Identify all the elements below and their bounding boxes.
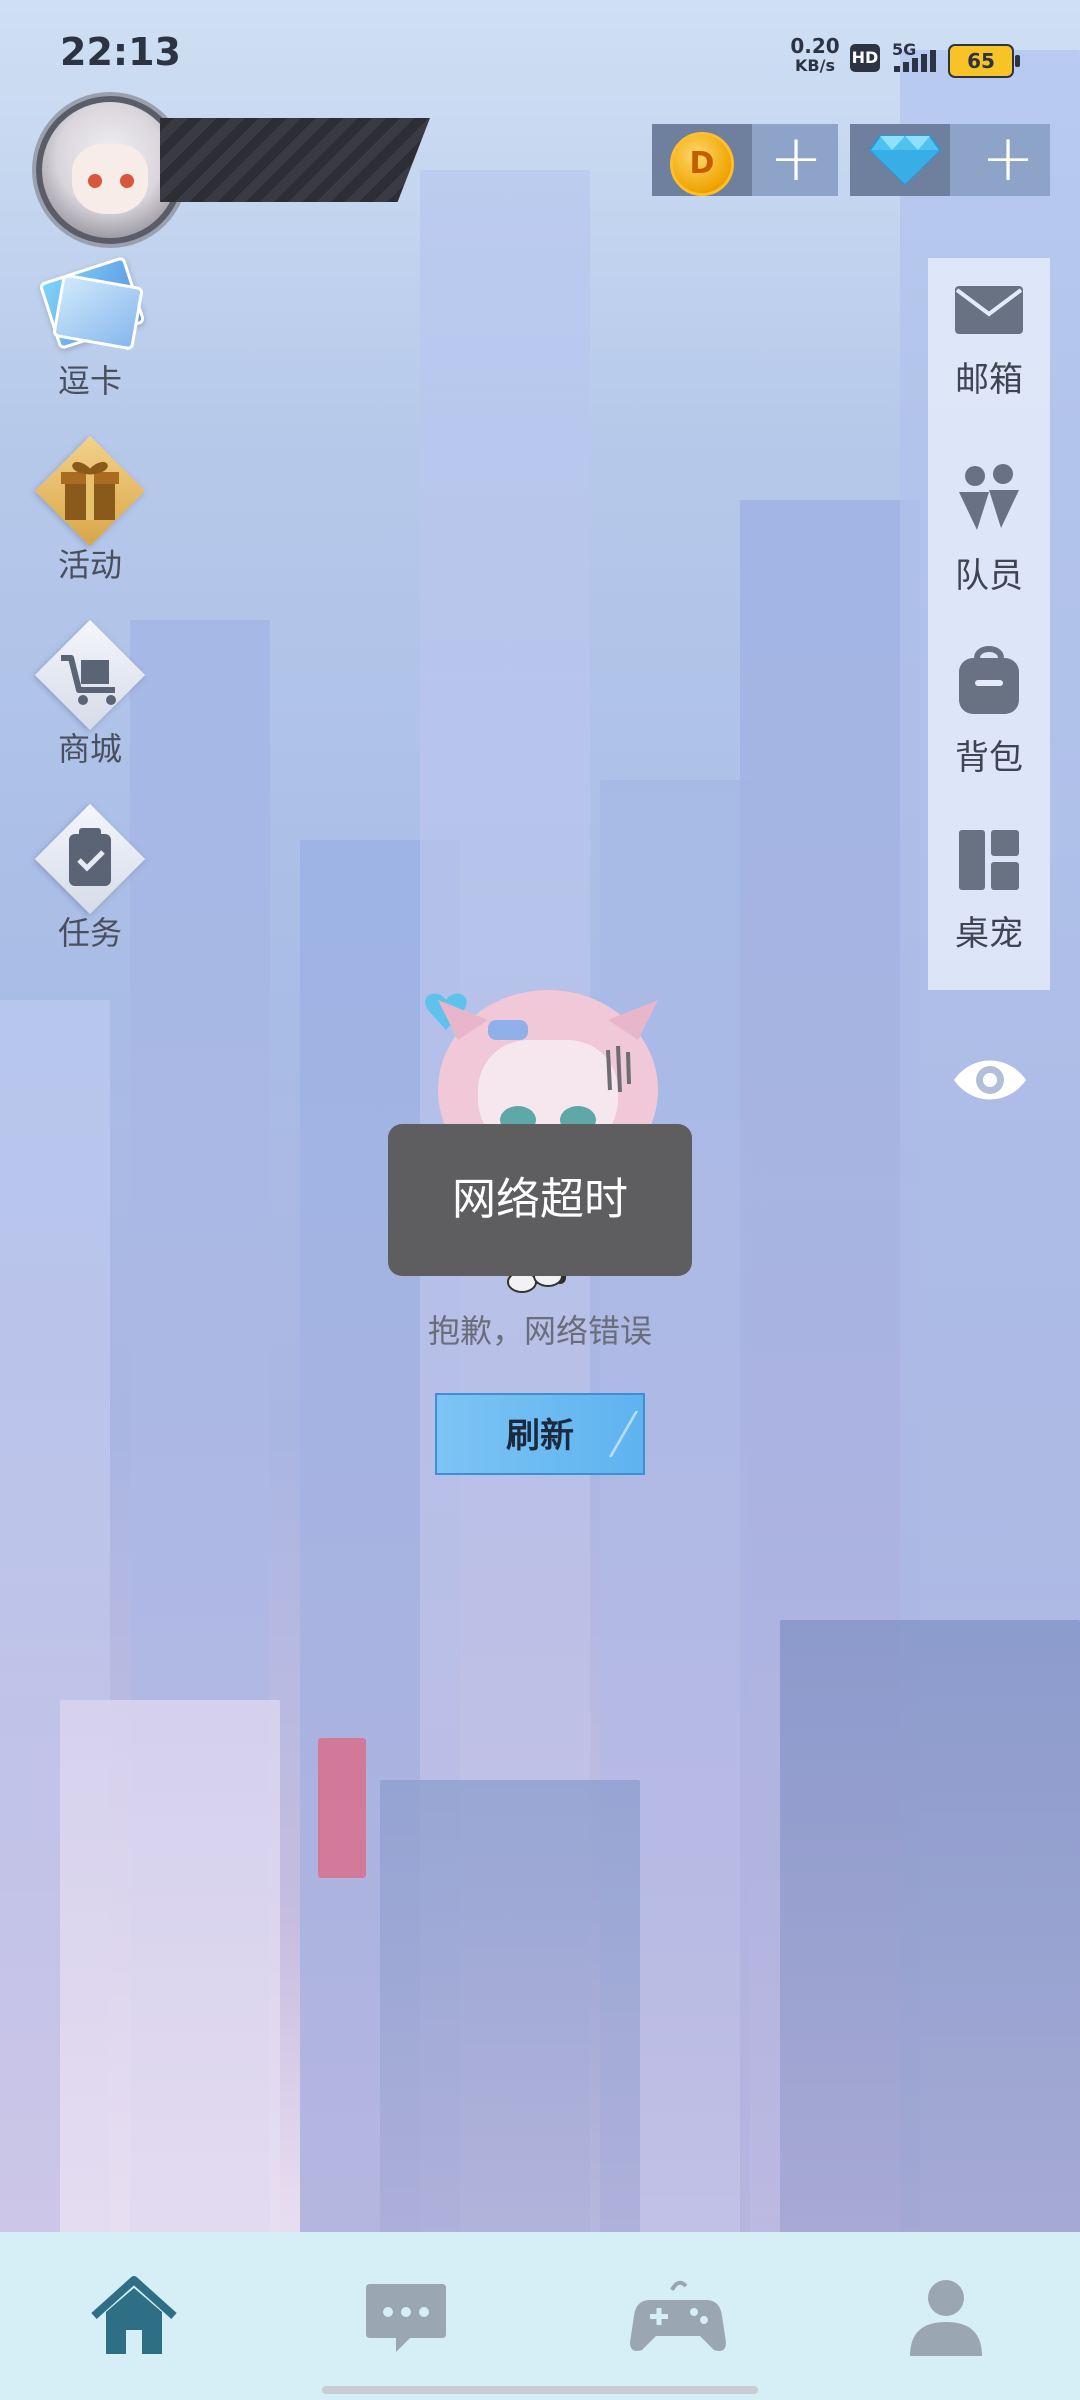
menu-backpack-label: 背包	[955, 738, 1023, 778]
backpack-icon	[959, 646, 1019, 714]
menu-activity-label: 活动	[57, 546, 122, 584]
menu-task[interactable]: 任务	[24, 803, 156, 954]
gamepad-icon	[630, 2280, 726, 2351]
home-icon	[91, 2276, 177, 2354]
menu-mailbox-label: 邮箱	[955, 360, 1023, 400]
network-speed: 0.20 KB/s	[790, 36, 840, 76]
refresh-button[interactable]: 刷新	[435, 1393, 645, 1475]
mail-icon	[955, 286, 1023, 334]
network-speed-unit: KB/s	[795, 56, 835, 75]
right-side-panel: 邮箱 队员 背包 桌宠	[928, 258, 1050, 990]
status-time: 22:13	[60, 30, 181, 74]
network-speed-value: 0.20	[790, 34, 840, 58]
menu-members-label: 队员	[955, 556, 1023, 596]
add-coin-button[interactable]: +	[754, 124, 838, 196]
tab-profile[interactable]	[896, 2272, 996, 2362]
menu-task-label: 任务	[57, 914, 122, 952]
menu-shop[interactable]: 商城	[24, 619, 156, 770]
eye-icon[interactable]	[952, 1052, 1028, 1108]
add-diamond-button[interactable]: +	[966, 124, 1050, 196]
tab-chat[interactable]	[356, 2272, 456, 2362]
members-icon	[959, 464, 1019, 530]
battery-indicator: 65	[948, 44, 1020, 78]
menu-desktop-pet-label: 桌宠	[955, 914, 1023, 954]
menu-card[interactable]: 逗卡	[24, 252, 156, 402]
network-timeout-toast: 网络超时	[388, 1124, 692, 1276]
coin-currency: D +	[652, 124, 838, 196]
menu-mailbox[interactable]: 邮箱	[928, 282, 1050, 401]
menu-backpack[interactable]: 背包	[928, 644, 1050, 779]
menu-shop-label: 商城	[57, 730, 122, 768]
tab-home[interactable]	[84, 2272, 184, 2362]
profile-icon	[910, 2280, 982, 2356]
diamond-icon	[868, 135, 942, 186]
coin-icon: D	[670, 132, 734, 196]
menu-card-label: 逗卡	[57, 362, 122, 400]
menu-desktop-pet[interactable]: 桌宠	[928, 828, 1050, 955]
gift-icon	[34, 435, 146, 547]
error-message: 抱歉，网络错误	[427, 1312, 652, 1350]
home-indicator[interactable]	[322, 2386, 758, 2394]
hd-badge: HD	[850, 44, 880, 72]
card-icon	[35, 252, 146, 362]
player-name-bar[interactable]	[160, 118, 430, 202]
clipboard-check-icon	[34, 803, 146, 915]
menu-activity[interactable]: 活动	[24, 435, 156, 586]
bottom-navigation	[0, 2232, 1080, 2400]
signal-icon: 5G	[892, 40, 942, 74]
tab-game[interactable]	[628, 2272, 728, 2362]
chat-icon	[366, 2284, 446, 2352]
menu-members[interactable]: 队员	[928, 462, 1050, 597]
status-bar: 22:13 0.20 KB/s HD 5G 65	[0, 0, 1080, 112]
desktop-pet-icon	[959, 830, 1019, 890]
cart-icon	[34, 619, 146, 731]
diamond-currency: +	[850, 124, 1050, 196]
